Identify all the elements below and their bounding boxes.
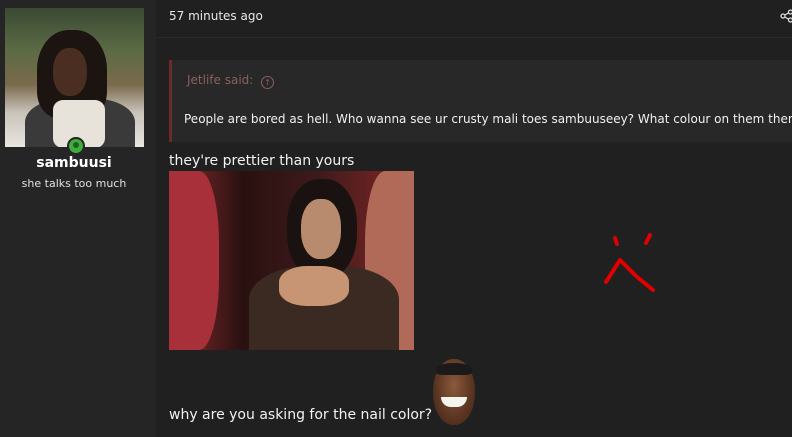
emoji-image bbox=[433, 359, 475, 425]
quote-text: People are bored as hell. Who wanna see … bbox=[184, 112, 792, 126]
quote-block: Jetlife said: ↑ People are bored as hell… bbox=[169, 60, 792, 142]
post-timestamp[interactable]: 57 minutes ago bbox=[169, 9, 263, 23]
online-status-icon bbox=[67, 137, 85, 155]
share-icon[interactable] bbox=[780, 9, 792, 23]
header-divider bbox=[156, 37, 792, 38]
username-link[interactable]: sambuusi bbox=[0, 155, 148, 171]
quote-author-label: Jetlife said: bbox=[187, 73, 254, 87]
user-sidebar: sambuusi she talks too much bbox=[0, 0, 156, 437]
message-line-1: they're prettier than yours bbox=[169, 153, 355, 169]
sad-face-drawing bbox=[604, 233, 655, 292]
avatar[interactable] bbox=[5, 8, 144, 147]
gif-image[interactable] bbox=[169, 171, 414, 350]
user-title: she talks too much bbox=[21, 177, 127, 190]
arrow-up-circle-icon[interactable]: ↑ bbox=[261, 76, 275, 89]
quote-author-link[interactable]: Jetlife said: ↑ bbox=[187, 73, 275, 89]
message-line-2: why are you asking for the nail color? bbox=[169, 407, 433, 423]
